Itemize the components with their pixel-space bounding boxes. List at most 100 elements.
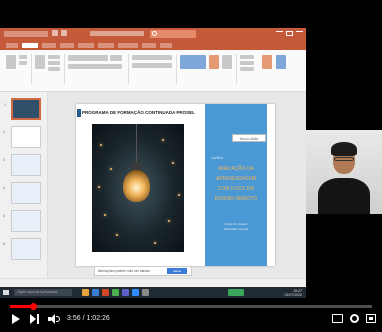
presenter-glasses xyxy=(334,157,354,161)
alignment-buttons[interactable] xyxy=(132,63,172,68)
volume-icon[interactable] xyxy=(48,314,60,324)
powerpoint-titlebar xyxy=(0,28,306,41)
powerpoint-icon[interactable] xyxy=(102,289,109,296)
app-icon[interactable] xyxy=(142,289,149,296)
teams-icon[interactable] xyxy=(122,289,129,296)
windows-taskbar: Digite aqui para pesquisar 15:27 01/07/2… xyxy=(0,287,306,298)
section-button[interactable] xyxy=(48,67,60,71)
maximize-icon[interactable] xyxy=(286,31,293,36)
slide-header: PROGRAMA DE FORMAÇÃO CONTINUADA PROSEL xyxy=(82,110,195,115)
edge-icon[interactable] xyxy=(92,289,99,296)
tab-review[interactable] xyxy=(142,43,156,48)
shared-screen: 1 2 3 4 5 6 PROGRAMA DE FORMAÇÃO CONTINU… xyxy=(0,28,306,298)
notification-text: Alterações podem não ser salvas xyxy=(98,269,150,273)
find-button[interactable] xyxy=(240,55,254,59)
quick-styles-button[interactable] xyxy=(222,55,232,69)
tab-insert[interactable] xyxy=(42,43,56,48)
tab-file[interactable] xyxy=(6,43,18,48)
title-panel: Cartilha AVALIAÇÃO DA APRENDIZAGEM COM F… xyxy=(205,104,267,266)
subtitles-icon[interactable] xyxy=(332,314,343,323)
font-size-select[interactable] xyxy=(110,55,122,61)
shapes-gallery[interactable] xyxy=(180,55,206,69)
slide-title: AVALIAÇÃO DA APRENDIZAGEM COM FOCO EM EN… xyxy=(205,164,267,204)
tab-home[interactable] xyxy=(22,43,38,48)
taskbar-search[interactable]: Digite aqui para pesquisar xyxy=(14,289,72,296)
dictate-button[interactable] xyxy=(262,55,272,69)
font-family-select[interactable] xyxy=(68,55,108,61)
windows-start-icon[interactable] xyxy=(3,290,9,295)
copy-button[interactable] xyxy=(19,61,27,65)
tray-icon[interactable] xyxy=(228,289,244,296)
play-icon[interactable] xyxy=(12,314,20,324)
slide-credit-line: Instituição Federal xyxy=(223,227,249,231)
file-explorer-icon[interactable] xyxy=(82,289,89,296)
font-format-buttons[interactable] xyxy=(68,64,122,69)
ribbon xyxy=(0,50,306,92)
ribbon-divider xyxy=(176,54,177,84)
progress-scrubber[interactable] xyxy=(29,303,37,310)
ribbon-divider xyxy=(64,54,65,84)
slide-title-line: AVALIAÇÃO DA xyxy=(218,166,254,172)
slide-thumbnail[interactable]: 5 xyxy=(3,210,41,232)
reset-button[interactable] xyxy=(48,61,60,65)
slide-title-line: APRENDIZAGEM xyxy=(215,176,256,182)
minimize-icon[interactable] xyxy=(276,31,283,37)
tab-animations[interactable] xyxy=(98,43,114,48)
new-slide-button[interactable] xyxy=(35,55,45,69)
quick-access-toolbar[interactable] xyxy=(4,31,48,37)
ribbon-tabs xyxy=(0,41,306,50)
notification-button[interactable]: Salvar xyxy=(167,268,187,274)
slide-title-line: ENSINO REMOTO xyxy=(214,196,258,202)
tab-design[interactable] xyxy=(60,43,74,48)
fullscreen-icon[interactable] xyxy=(366,314,376,323)
slide-thumbnail[interactable]: 2 xyxy=(3,126,41,148)
current-slide[interactable]: PROGRAMA DE FORMAÇÃO CONTINUADA PROSEL C… xyxy=(76,104,275,266)
slide-thumbnail[interactable]: 4 xyxy=(3,182,41,204)
settings-gear-icon[interactable] xyxy=(350,314,359,323)
time-display: 3:56 / 1:02:26 xyxy=(67,315,110,322)
zoom-icon[interactable] xyxy=(132,289,139,296)
slide-thumbnails: 1 2 3 4 5 6 xyxy=(0,92,48,278)
ribbon-divider xyxy=(236,54,237,84)
presenter-body xyxy=(318,178,370,214)
tab-transitions[interactable] xyxy=(78,43,94,48)
replace-button[interactable] xyxy=(240,61,254,65)
undo-icon[interactable] xyxy=(61,30,67,36)
close-icon[interactable] xyxy=(296,31,303,37)
arrange-button[interactable] xyxy=(209,55,219,69)
progress-bar[interactable] xyxy=(10,303,372,310)
paste-button[interactable] xyxy=(6,55,16,69)
presenter-hair xyxy=(331,142,357,156)
tab-view[interactable] xyxy=(160,43,172,48)
webcam-feed xyxy=(306,130,382,214)
save-icon[interactable] xyxy=(52,30,58,36)
slide-title-line: COM FOCO EM xyxy=(217,186,255,192)
status-bar xyxy=(0,278,306,287)
save-notification: Alterações podem não ser salvas Salvar xyxy=(94,266,192,276)
ribbon-divider xyxy=(31,54,32,84)
slide-thumbnail[interactable]: 6 xyxy=(3,238,41,260)
slide-thumbnail[interactable]: 1 xyxy=(4,98,41,120)
designer-button[interactable] xyxy=(276,55,286,69)
panel-label: Cartilha xyxy=(211,156,224,160)
next-icon[interactable] xyxy=(30,314,39,324)
ribbon-divider xyxy=(128,54,129,84)
paragraph-buttons[interactable] xyxy=(132,55,172,60)
clock-date: 01/07/2020 xyxy=(284,293,302,297)
cut-button[interactable] xyxy=(19,55,27,59)
select-button[interactable] xyxy=(240,67,254,71)
slide-thumbnail[interactable]: 3 xyxy=(3,154,41,176)
search-box[interactable] xyxy=(150,30,196,38)
app-icon[interactable] xyxy=(112,289,119,296)
ribbon-tooltip: Novo slide xyxy=(232,134,266,142)
document-title xyxy=(90,31,144,36)
search-icon xyxy=(152,31,157,36)
slide-editor[interactable]: PROGRAMA DE FORMAÇÃO CONTINUADA PROSEL C… xyxy=(48,92,306,278)
lightbulb xyxy=(123,170,150,202)
layout-button[interactable] xyxy=(48,55,60,59)
institution-logo xyxy=(77,109,81,117)
slide-credit: Profa. Dr. Fulano Instituição Federal xyxy=(205,222,267,232)
taskbar-clock: 15:27 01/07/2020 xyxy=(284,289,302,297)
lightbulb-photo xyxy=(92,124,184,252)
tab-slide-show[interactable] xyxy=(118,43,138,48)
